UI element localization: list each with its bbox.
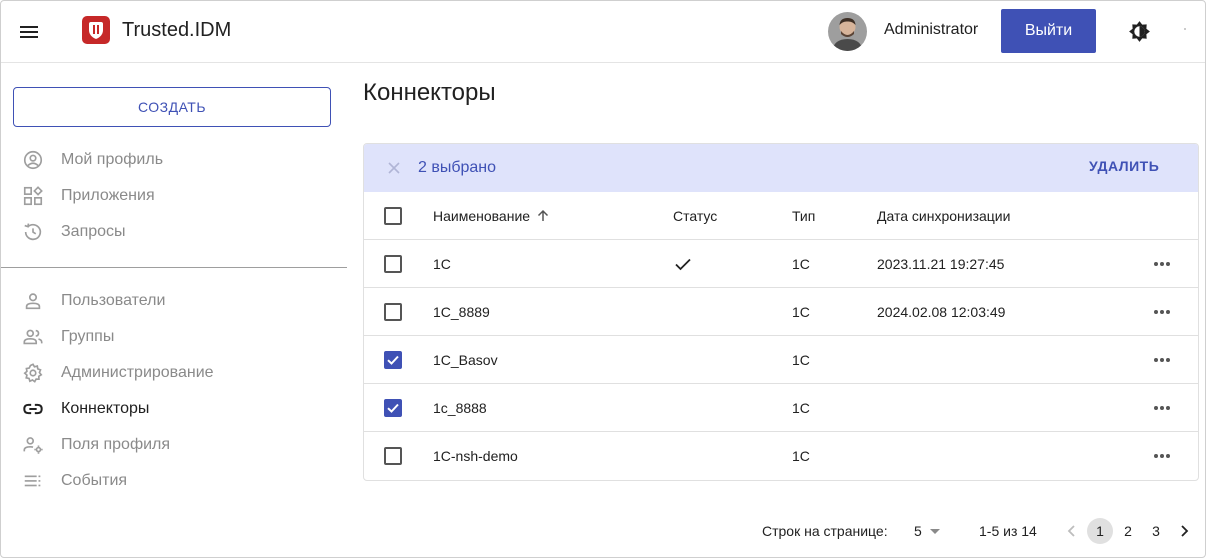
sidebar-item-label: Коннекторы [61,400,150,417]
table-row[interactable]: 1C_8889 1C 2024.02.08 12:03:49 [364,288,1198,336]
create-button[interactable]: СОЗДАТЬ [13,87,331,127]
gear-icon [22,362,44,384]
row-checkbox[interactable] [384,447,402,465]
chevron-right-icon[interactable] [1175,522,1193,540]
column-header-status[interactable]: Статус [673,208,717,224]
connectors-table: 2 выбрано УДАЛИТЬ Наименование Статус Ти… [363,143,1199,481]
connector-type: 1C [792,400,810,416]
hamburger-menu-icon[interactable] [17,20,41,44]
selected-count: 2 выбрано [418,159,497,176]
page-button-3[interactable]: 3 [1143,518,1169,544]
user-name: Administrator [884,21,979,38]
overflow-dot-icon [1184,28,1186,30]
connector-name: 1c_8888 [433,400,487,416]
selection-toolbar: 2 выбрано УДАЛИТЬ [364,144,1198,192]
sidebar-item-label: Пользователи [61,292,166,309]
apps-grid-icon [22,185,44,207]
page-range-label: 1-5 из 14 [979,523,1037,539]
table-row[interactable]: 1C-nsh-demo 1C [364,432,1198,480]
app-window: Trusted.IDM Administrator Выйти СОЗДАТЬ [0,0,1206,558]
arrow-up-icon [536,209,550,226]
table-row[interactable]: 1C 1C 2023.11.21 19:27:45 [364,240,1198,288]
connector-name: 1C_8889 [433,304,490,320]
link-icon [22,398,44,420]
person-icon [22,290,44,312]
more-actions-icon[interactable] [1150,446,1174,466]
logout-button[interactable]: Выйти [1001,9,1096,53]
row-checkbox[interactable] [384,255,402,273]
theme-toggle-icon[interactable] [1127,19,1152,44]
table-header-row: Наименование Статус Тип Дата синхронизац… [364,192,1198,240]
sidebar-item-label: Приложения [61,187,155,204]
delete-button[interactable]: УДАЛИТЬ [1089,158,1159,174]
connector-name: 1C_Basov [433,352,498,368]
connector-sync-date: 2023.11.21 19:27:45 [877,256,1005,272]
events-list-icon [22,470,44,492]
row-checkbox-checked[interactable] [384,399,402,417]
sidebar-item-administration[interactable]: Администрирование [1,356,347,392]
trusted-logo-icon[interactable] [82,16,110,44]
rows-per-page-select[interactable]: 5 [914,521,946,543]
column-header-sync-date[interactable]: Дата синхронизации [877,208,1010,224]
connector-type: 1C [792,304,810,320]
rows-per-page-value: 5 [914,523,922,539]
more-actions-icon[interactable] [1150,254,1174,274]
brand-name: Trusted.IDM [122,19,232,41]
connector-sync-date: 2024.02.08 12:03:49 [877,304,1006,320]
sidebar-item-label: Администрирование [61,364,214,381]
connector-type: 1C [792,352,810,368]
top-bar: Trusted.IDM Administrator Выйти [1,1,1205,63]
more-actions-icon[interactable] [1150,302,1174,322]
caret-down-icon [930,529,940,534]
account-circle-icon [22,149,44,171]
sidebar-item-my-profile[interactable]: Мой профиль [1,143,347,179]
connector-type: 1C [792,448,810,464]
chevron-left-icon[interactable] [1063,522,1081,540]
column-header-name[interactable]: Наименование [433,208,550,226]
sidebar-item-requests[interactable]: Запросы [1,215,347,251]
sidebar-item-label: Мой профиль [61,151,164,168]
page-button-1[interactable]: 1 [1087,518,1113,544]
page-title: Коннекторы [363,79,496,106]
row-checkbox-checked[interactable] [384,351,402,369]
sidebar-item-events[interactable]: События [1,464,347,500]
connector-name: 1C-nsh-demo [433,448,518,464]
history-icon [22,221,44,243]
sidebar-item-profile-fields[interactable]: Поля профиля [1,428,347,464]
sidebar-item-label: События [61,472,128,489]
table-row[interactable]: 1c_8888 1C [364,384,1198,432]
sidebar-item-groups[interactable]: Группы [1,320,347,356]
connector-type: 1C [792,256,810,272]
sidebar-item-connectors[interactable]: Коннекторы [1,392,347,428]
table-row[interactable]: 1C_Basov 1C [364,336,1198,384]
profile-fields-icon [22,434,44,456]
sidebar-item-applications[interactable]: Приложения [1,179,347,215]
select-all-checkbox[interactable] [384,207,402,225]
sidebar-item-label: Поля профиля [61,436,171,453]
row-checkbox[interactable] [384,303,402,321]
status-check-icon [673,254,693,274]
page-button-2[interactable]: 2 [1115,518,1141,544]
sidebar-item-label: Группы [61,328,115,345]
sidebar-item-label: Запросы [61,223,126,240]
clear-selection-icon[interactable] [386,160,402,176]
connector-name: 1C [433,256,451,272]
group-icon [22,326,44,348]
avatar[interactable] [828,12,867,51]
more-actions-icon[interactable] [1150,350,1174,370]
sidebar-divider [1,267,347,268]
sidebar-item-users[interactable]: Пользователи [1,284,347,320]
more-actions-icon[interactable] [1150,398,1174,418]
rows-per-page-label: Строк на странице: [762,523,888,539]
column-header-type[interactable]: Тип [792,208,815,224]
